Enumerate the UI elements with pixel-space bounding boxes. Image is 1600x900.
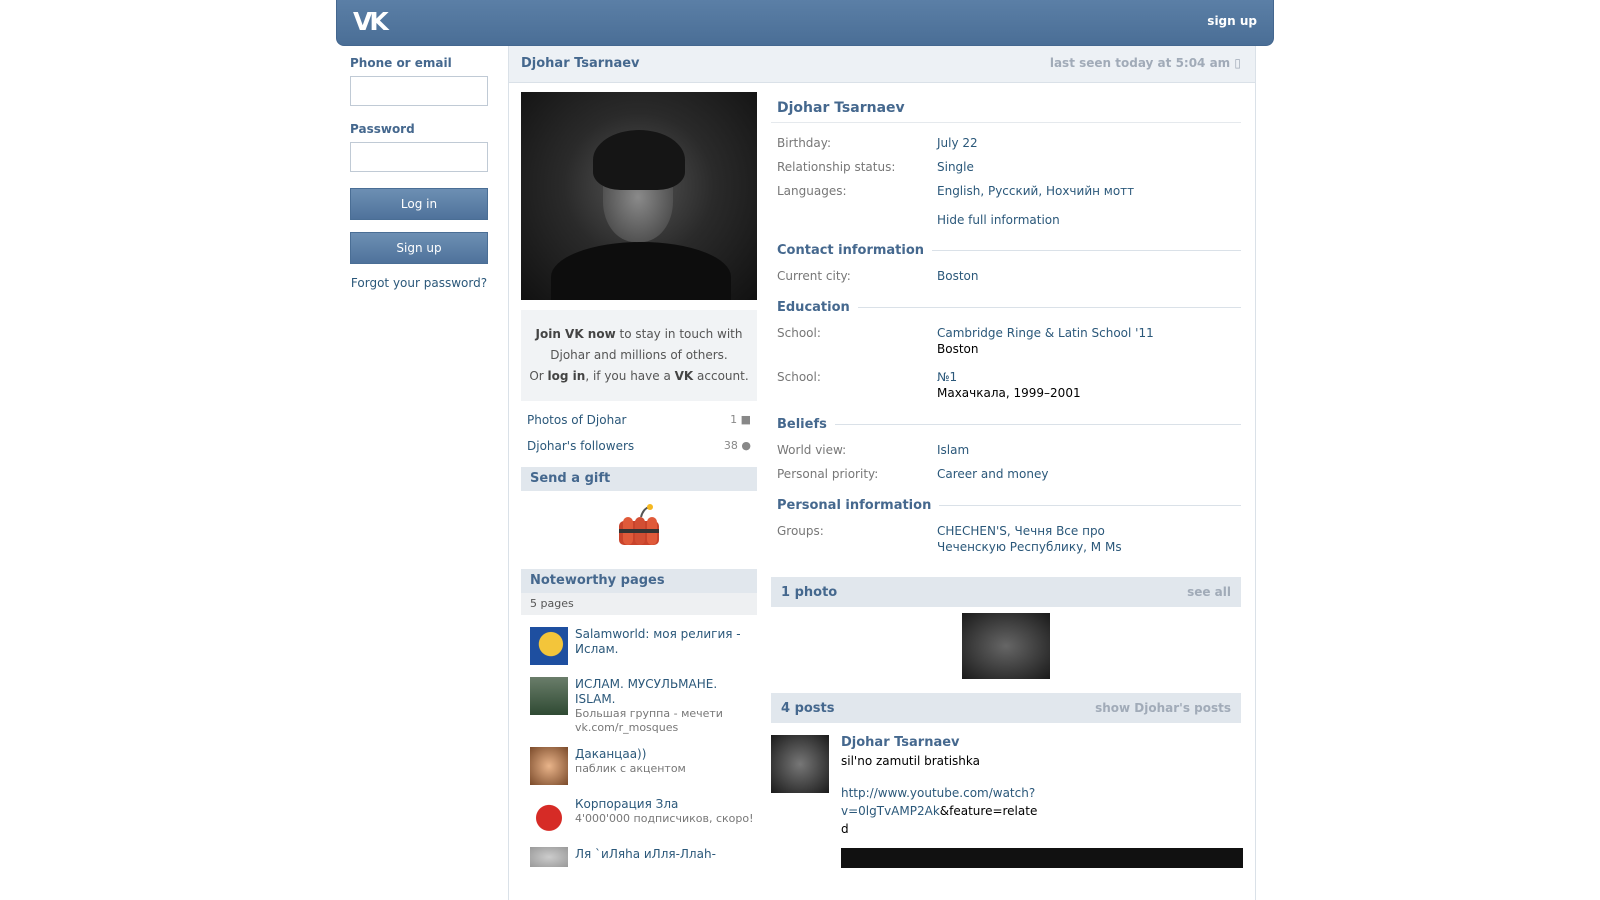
- header-name: Djohar Tsarnaev: [521, 56, 640, 71]
- contact-section-header: Contact information: [771, 243, 1241, 258]
- beliefs-section-header: Beliefs: [771, 417, 1241, 432]
- profile-header: Djohar Tsarnaev last seen today at 5:04 …: [509, 46, 1255, 83]
- school1-value[interactable]: Cambridge Ringe & Latin School '11: [937, 326, 1154, 340]
- page-thumb: [530, 677, 568, 715]
- profile-photo[interactable]: [521, 92, 757, 300]
- list-item[interactable]: Salamworld: моя религия - Ислам.: [521, 627, 757, 665]
- post-avatar[interactable]: [771, 735, 829, 793]
- priority-value[interactable]: Career and money: [937, 466, 1048, 482]
- list-item[interactable]: Даканцаа)) паблик с акцентом: [521, 747, 757, 785]
- photo-thumbnail[interactable]: [962, 613, 1050, 679]
- camera-icon: ■: [740, 413, 751, 426]
- photos-title[interactable]: 1 photo: [781, 585, 837, 600]
- password-label: Password: [350, 122, 415, 136]
- profile-name: Djohar Tsarnaev: [771, 92, 1241, 123]
- city-value[interactable]: Boston: [937, 268, 978, 284]
- dynamite-gift-icon: [619, 504, 659, 545]
- password-input[interactable]: [350, 142, 488, 172]
- left-column: Join VK now to stay in touch with Djohar…: [521, 92, 757, 867]
- groups-value[interactable]: CHECHEN'S, Чечня Все про Чеченскую Респу…: [937, 523, 1177, 555]
- list-item[interactable]: Ля `иЛяha иЛля-Ллаh-: [521, 847, 757, 867]
- forgot-password-link[interactable]: Forgot your password?: [350, 276, 488, 290]
- posts-title[interactable]: 4 posts: [781, 701, 835, 716]
- worldview-value[interactable]: Islam: [937, 442, 969, 458]
- join-vk-link[interactable]: Join VK now: [536, 327, 616, 341]
- people-icon: ●: [741, 439, 751, 452]
- post-text: sil'no zamutil bratishka: [841, 754, 981, 768]
- noteworthy-count: 5 pages: [521, 593, 757, 615]
- posts-bar: 4 posts show Djohar's posts: [771, 693, 1241, 723]
- top-bar: VK sign up: [336, 0, 1274, 46]
- page-thumb: [530, 747, 568, 785]
- post-author[interactable]: Djohar Tsarnaev: [841, 735, 1243, 750]
- followers-link[interactable]: Djohar's followers 38 ●: [521, 439, 757, 453]
- vk-logo[interactable]: VK: [353, 8, 397, 36]
- video-preview[interactable]: [841, 848, 1243, 868]
- profile-page: Djohar Tsarnaev last seen today at 5:04 …: [508, 46, 1256, 900]
- birthday-value[interactable]: July 22: [937, 135, 978, 151]
- relationship-value[interactable]: Single: [937, 159, 974, 175]
- page-thumb: [530, 847, 568, 867]
- gift-area[interactable]: [521, 491, 757, 569]
- signup-link[interactable]: sign up: [1207, 14, 1257, 28]
- list-item[interactable]: Корпорация Зла 4'000'000 подписчиков, ско…: [521, 797, 757, 835]
- login-button[interactable]: Log in: [350, 188, 488, 220]
- school2-value[interactable]: №1: [937, 370, 957, 384]
- hide-info-link[interactable]: Hide full information: [771, 213, 1241, 227]
- wall-post: Djohar Tsarnaev sil'no zamutil bratishka…: [771, 735, 1243, 868]
- see-all-link[interactable]: see all: [1187, 585, 1231, 599]
- right-column: Djohar Tsarnaev Birthday: July 22 Relatio…: [771, 92, 1243, 868]
- show-posts-link[interactable]: show Djohar's posts: [1095, 701, 1231, 715]
- photos-of-link[interactable]: Photos of Djohar 1 ■: [521, 413, 757, 427]
- send-gift-header[interactable]: Send a gift: [521, 467, 757, 491]
- mobile-icon: ▯: [1234, 56, 1241, 70]
- signup-button[interactable]: Sign up: [350, 232, 488, 264]
- noteworthy-header[interactable]: Noteworthy pages: [521, 569, 757, 593]
- languages-value[interactable]: English, Русский, Нохчийн мотт: [937, 183, 1134, 199]
- login-form: Phone or email Password Log in Sign up F…: [350, 56, 490, 290]
- page-thumb: [530, 627, 568, 665]
- education-section-header: Education: [771, 300, 1241, 315]
- phone-input[interactable]: [350, 76, 488, 106]
- photos-bar: 1 photo see all: [771, 577, 1241, 607]
- last-seen: last seen today at 5:04 am ▯: [1049, 56, 1241, 70]
- join-box: Join VK now to stay in touch with Djohar…: [521, 310, 757, 401]
- login-link[interactable]: log in: [548, 369, 586, 383]
- personal-section-header: Personal information: [771, 498, 1241, 513]
- page-thumb: [530, 797, 568, 835]
- list-item[interactable]: ИСЛАМ. МУСУЛЬМАНЕ. ISLAM. Большая группа …: [521, 677, 757, 735]
- phone-label: Phone or email: [350, 56, 452, 70]
